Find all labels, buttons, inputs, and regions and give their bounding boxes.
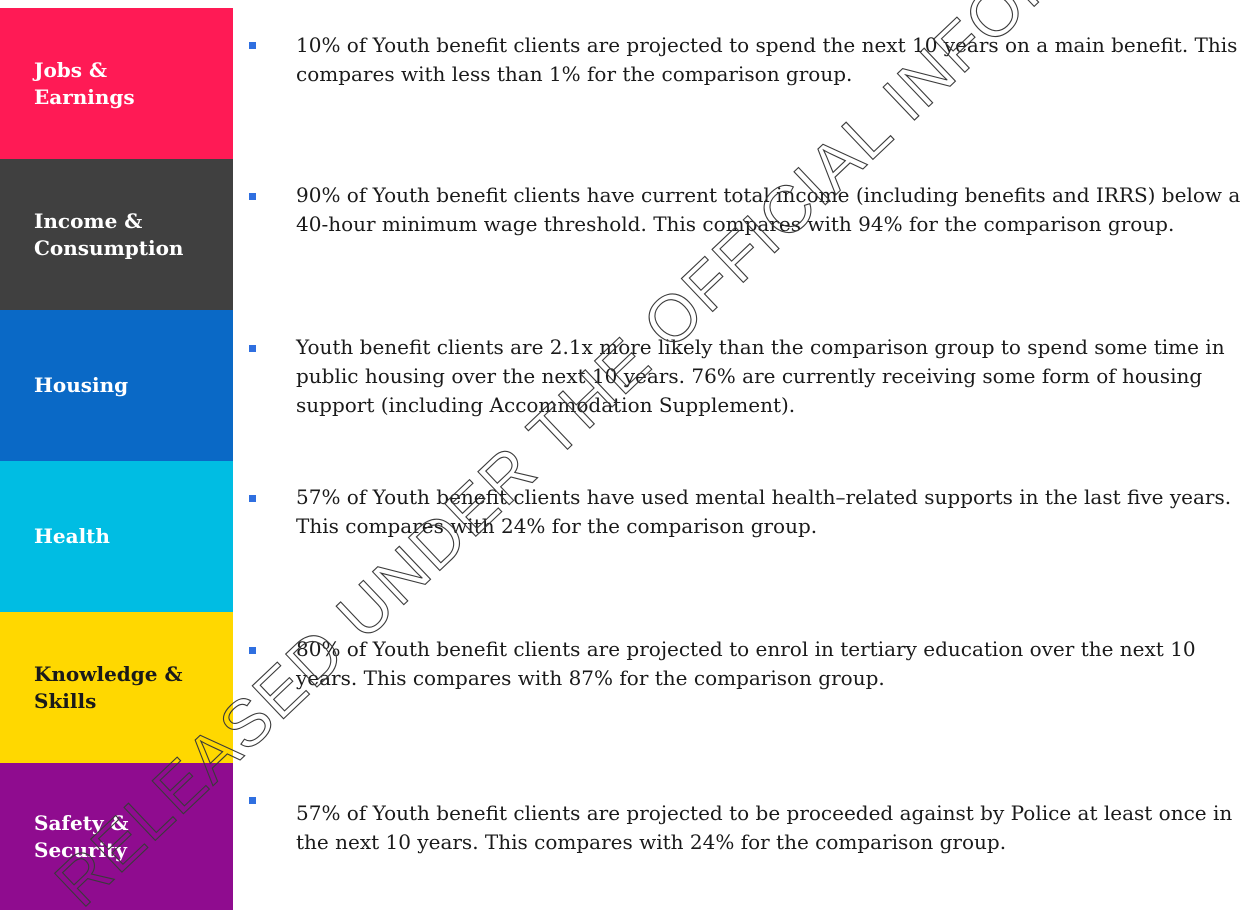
category-tile-jobs: Jobs & Earnings [0, 8, 233, 159]
row-income: Income & Consumption 90% of Youth benefi… [0, 159, 1255, 310]
row-housing: Housing Youth benefit clients are 2.1x m… [0, 310, 1255, 461]
category-tile-health: Health [0, 461, 233, 612]
row-knowledge: Knowledge & Skills 80% of Youth benefit … [0, 612, 1255, 763]
category-tile-housing: Housing [0, 310, 233, 461]
bullet-square [249, 345, 256, 352]
statistic-text-safety: 57% of Youth benefit clients are project… [296, 801, 1233, 854]
category-tile-safety: Safety & Security [0, 763, 233, 910]
category-label-income: Income & Consumption [34, 208, 184, 260]
bullet-square [249, 495, 256, 502]
category-tile-income: Income & Consumption [0, 159, 233, 310]
category-label-safety: Safety & Security [34, 810, 129, 862]
statistic-text-housing: Youth benefit clients are 2.1x more like… [296, 335, 1225, 417]
bullet-square [249, 42, 256, 49]
category-tile-knowledge: Knowledge & Skills [0, 612, 233, 763]
category-label-jobs: Jobs & Earnings [34, 57, 135, 109]
category-label-housing: Housing [34, 373, 129, 397]
bullet-square [249, 193, 256, 200]
statistic-text-jobs: 10% of Youth benefit clients are project… [296, 33, 1238, 86]
bullet-square [249, 797, 256, 804]
category-label-health: Health [34, 524, 110, 548]
bullet-square [249, 647, 256, 654]
row-safety: Safety & Security 57% of Youth benefit c… [0, 763, 1255, 910]
statistic-text-knowledge: 80% of Youth benefit clients are project… [296, 637, 1196, 690]
row-jobs: Jobs & Earnings 10% of Youth benefit cli… [0, 8, 1255, 159]
statistic-text-health: 57% of Youth benefit clients have used m… [296, 485, 1232, 538]
statistic-text-income: 90% of Youth benefit clients have curren… [296, 183, 1241, 236]
row-health: Health 57% of Youth benefit clients have… [0, 461, 1255, 612]
category-label-knowledge: Knowledge & Skills [34, 661, 183, 713]
